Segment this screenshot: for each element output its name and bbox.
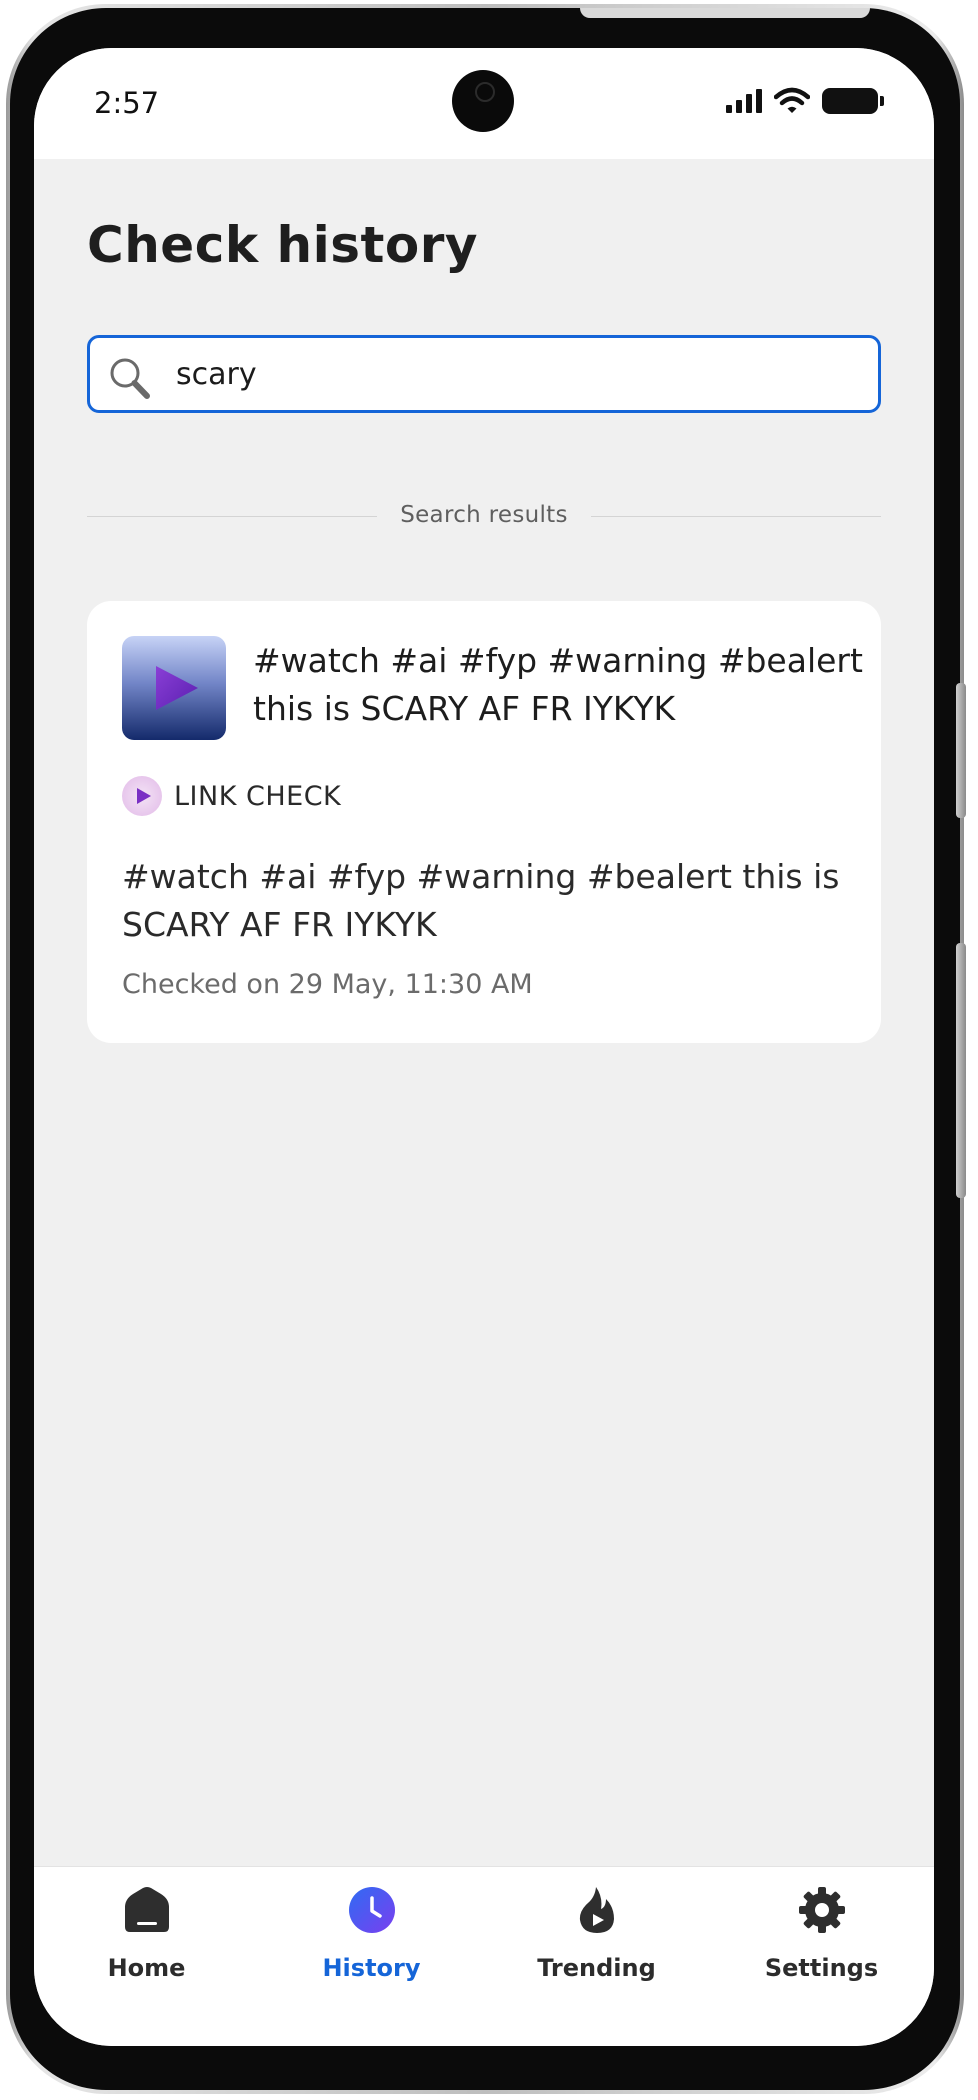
nav-label-history: History [322,1954,421,1982]
device-top-edge [580,8,870,18]
status-time: 2:57 [94,86,160,120]
results-divider: Search results [87,500,881,532]
nav-item-home[interactable]: Home [34,1867,259,1987]
nav-label-home: Home [107,1954,186,1982]
flame-icon [579,1887,614,1933]
results-label: Search results [400,502,568,528]
search-icon [110,358,150,399]
checked-date: Checked on 29 May, 11:30 AM [122,969,533,1000]
nav-item-trending[interactable]: Trending [484,1867,709,1987]
device-side-button [956,943,966,1198]
bottom-nav: Home History Trending Settings [34,1866,934,2046]
nav-label-trending: Trending [537,1954,656,1982]
app-screen: 2:57 Check history Search results [34,48,934,2046]
play-icon [137,788,151,804]
device-side-button [956,683,966,818]
divider-line [591,516,881,517]
search-input[interactable] [176,338,856,410]
result-thumbnail [122,636,226,740]
nav-label-settings: Settings [764,1954,879,1982]
page-title: Check history [87,216,478,274]
wifi-icon [774,87,810,113]
check-type: LINK CHECK [122,775,341,817]
front-camera [452,70,514,132]
check-type-label: LINK CHECK [174,780,342,812]
link-check-icon [122,776,162,816]
gear-icon [799,1887,845,1933]
nav-item-history[interactable]: History [259,1867,484,1987]
status-icons [726,86,884,116]
result-title: #watch #ai #fyp #warning #bealert this i… [253,641,863,728]
result-card[interactable]: #watch #ai #fyp #warning #bealert this i… [87,601,881,1043]
home-icon [125,1887,169,1932]
result-body: #watch #ai #fyp #warning #bealert this i… [122,857,840,944]
search-box[interactable] [87,335,881,413]
play-icon [156,666,198,710]
signal-icon [726,89,762,113]
status-bar: 2:57 [34,48,934,159]
clock-icon [349,1887,395,1933]
nav-item-settings[interactable]: Settings [709,1867,934,1987]
battery-icon [822,88,884,114]
